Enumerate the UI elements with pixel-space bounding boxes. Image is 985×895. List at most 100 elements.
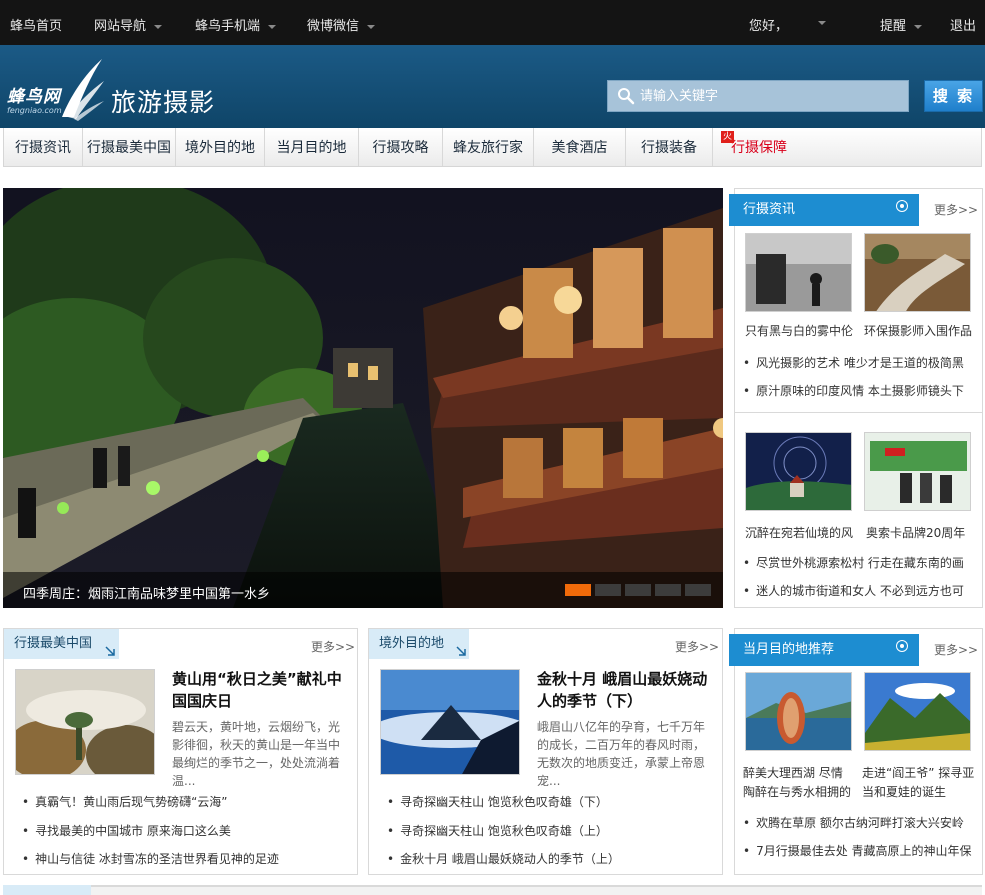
logo-text[interactable]: 蜂鸟网 [7,82,61,107]
topbar-mobile[interactable]: 蜂鸟手机端 [195,15,277,34]
thumb-image [865,234,970,311]
list-item[interactable]: 风光摄影的艺术 唯少才是王道的极简黑 [743,354,964,371]
next-section-tab[interactable] [3,885,91,895]
panel-ring-icon [897,641,907,651]
list-item[interactable]: 尽赏世外桃源索松村 行走在藏东南的画 [743,554,964,571]
list-item[interactable]: 真霸气！黄山雨后现气势磅礴“云海” [22,793,227,810]
news-thumb-2[interactable] [864,233,971,312]
next-section-bar [3,885,982,895]
news-more-link[interactable]: 更多>> [934,201,978,218]
thumb-image [381,670,519,774]
china-feature-title[interactable]: 黄山用“秋日之美”献礼中国国庆日 [172,668,352,712]
user-menu-toggle[interactable] [810,15,826,30]
logo-subtext: fengniao.com [7,106,62,115]
nav-tab-news[interactable]: 行摄资讯 [4,128,83,166]
topbar-home-link[interactable]: 蜂鸟首页 [10,15,62,34]
slide-dot-4[interactable] [655,584,681,596]
news-thumb-4-caption[interactable]: 奥索卡品牌20周年 [866,524,976,541]
month-thumb-1[interactable] [745,672,852,751]
month-panel-title: 当月目的地推荐 [743,642,835,657]
list-item[interactable]: 寻奇探幽天柱山 饱览秋色叹奇雄（上） [387,822,608,839]
abroad-more-link[interactable]: 更多>> [675,638,719,655]
china-more-link[interactable]: 更多>> [311,638,355,655]
nav-tab-gear[interactable]: 行摄装备 [626,128,713,166]
search-icon [618,88,635,105]
chevron-down-icon [268,24,277,29]
hero-caption[interactable]: 四季周庄：烟雨江南品味梦里中国第一水乡 [23,583,270,602]
month-thumb-2[interactable] [864,672,971,751]
thumb-image [746,234,851,311]
thumb-image [746,673,851,750]
news-thumb-1-caption[interactable]: 只有黑与白的雾中伦 [745,322,855,339]
search-input[interactable] [640,85,900,107]
list-item[interactable]: 原汁原味的印度风情 本土摄影师镜头下 [743,382,964,399]
search-box [607,80,909,112]
hero-image [3,188,723,608]
news-thumb-3-caption[interactable]: 沉醉在宛若仙境的风 [745,524,855,541]
news-thumb-3[interactable] [745,432,852,511]
china-feature-image[interactable] [15,669,155,775]
topbar-site-nav-label: 网站导航 [94,19,147,34]
china-panel-title: 行摄最美中国 [14,636,93,651]
topbar-mobile-label: 蜂鸟手机端 [195,19,261,34]
thumb-image [16,670,154,774]
nav-tab-guide[interactable]: 行摄攻略 [359,128,443,166]
divider [734,412,983,413]
news-thumb-2-caption[interactable]: 环保摄影师入围作品 [864,322,974,339]
panel-ring-icon [897,201,907,211]
nav-tab-abroad[interactable]: 境外目的地 [176,128,265,166]
nav-tab-month[interactable]: 当月目的地 [265,128,359,166]
search-button[interactable]: 搜 索 [924,80,983,112]
nav-tab-china[interactable]: 行摄最美中国 [83,128,176,166]
topbar-remind-label: 提醒 [880,19,907,34]
site-header: 蜂鸟网 fengniao.com 旅游摄影 搜 索 [0,45,985,128]
top-bar: 蜂鸟首页 网站导航 蜂鸟手机端 微博微信 您好， 提醒 退出 [0,0,985,45]
topbar-weibo[interactable]: 微博微信 [307,15,376,34]
china-panel-tab[interactable]: 行摄最美中国 [4,629,119,659]
list-item[interactable]: 寻找最美的中国城市 原来海口这么美 [22,822,231,839]
topbar-site-nav[interactable]: 网站导航 [94,15,163,34]
month-thumb-1-caption-2[interactable]: 陶醉在与秀水相拥的 [743,783,853,800]
chevron-down-icon [818,20,826,25]
news-panel-header: 行摄资讯 [729,194,919,226]
arrow-down-right-icon [456,646,466,656]
main-nav: 行摄资讯 行摄最美中国 境外目的地 当月目的地 行摄攻略 蜂友旅行家 美食酒店 … [3,128,982,167]
arrow-down-right-icon [105,646,115,656]
thumb-image [865,673,970,750]
slide-dot-1[interactable] [565,584,591,596]
slide-dot-5[interactable] [685,584,711,596]
month-more-link[interactable]: 更多>> [934,641,978,658]
topbar-greeting: 您好， [749,19,789,34]
list-item[interactable]: 7月行摄最佳去处 青藏高原上的神山年保 [743,842,971,859]
slide-dot-2[interactable] [595,584,621,596]
abroad-feature-desc: 峨眉山八亿年的孕育，七千万年的成长，二百万年的春风时雨，无数次的地质变迁，承蒙上… [537,720,706,788]
abroad-feature-title[interactable]: 金秋十月 峨眉山最妖娆动人的季节（下） [537,668,717,712]
list-item[interactable]: 欢腾在草原 额尔古纳河畔打滚大兴安岭 [743,814,964,831]
month-thumb-2-caption[interactable]: 走进“阎王爷” 探寻亚 [862,764,974,781]
hot-badge: 火 [721,131,734,143]
list-item[interactable]: 金秋十月 峨眉山最妖娆动人的季节（上） [387,850,620,867]
abroad-panel-tab[interactable]: 境外目的地 [369,629,469,659]
month-panel-header: 当月目的地推荐 [729,634,919,666]
chevron-down-icon [367,24,376,29]
news-thumb-1[interactable] [745,233,852,312]
hummingbird-wing-icon [62,59,104,121]
topbar-remind[interactable]: 提醒 [880,15,923,34]
news-thumb-4[interactable] [864,432,971,511]
chevron-down-icon [154,24,163,29]
list-item[interactable]: 迷人的城市街道和女人 不必到远方也可 [743,582,964,599]
logout-link[interactable]: 退出 [950,15,976,34]
month-thumb-1-caption[interactable]: 醉美大理西湖 尽情 [743,764,853,781]
thumb-image [746,433,851,510]
topbar-weibo-label: 微博微信 [307,19,360,34]
abroad-panel-title: 境外目的地 [379,636,445,651]
china-feature-desc: 碧云天，黄叶地，云烟纷飞，光影徘徊，秋天的黄山是一年当中最绚烂的季节之一，处处流… [172,720,341,788]
nav-tab-food[interactable]: 美食酒店 [534,128,626,166]
nav-tab-traveler[interactable]: 蜂友旅行家 [443,128,534,166]
list-item[interactable]: 寻奇探幽天柱山 饱览秋色叹奇雄（下） [387,793,608,810]
month-thumb-2-caption-2[interactable]: 当和夏娃的诞生 [862,783,972,800]
hero-slideshow[interactable] [3,188,723,608]
list-item[interactable]: 神山与信徒 冰封雪冻的圣洁世界看见神的足迹 [22,850,279,867]
slide-dot-3[interactable] [625,584,651,596]
abroad-feature-image[interactable] [380,669,520,775]
